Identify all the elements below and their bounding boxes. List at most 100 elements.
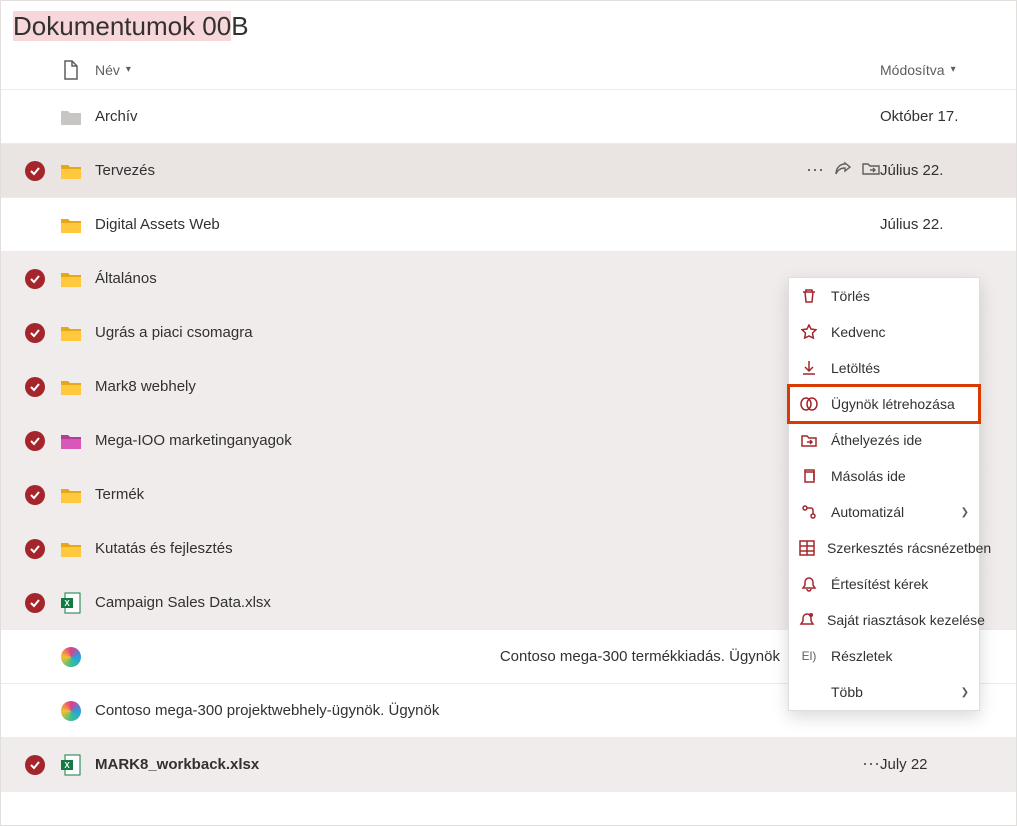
- row-select[interactable]: [17, 377, 53, 397]
- row-select[interactable]: [17, 269, 53, 289]
- row-modified: July 22: [880, 756, 1000, 773]
- row-type-icon: [53, 324, 89, 342]
- row-name[interactable]: Campaign Sales Data.xlsx: [89, 594, 780, 611]
- row-name-text: Ugrás a piaci csomagra: [95, 324, 253, 341]
- ctx--rtes-t-st-k-rek[interactable]: Értesítést kérek: [789, 566, 979, 602]
- col-type-header[interactable]: [53, 60, 89, 80]
- row-name[interactable]: MARK8_workback.xlsx: [89, 756, 780, 773]
- row-name-text: Tervezés: [95, 162, 155, 179]
- row-name[interactable]: Ugrás a piaci csomagra: [89, 324, 780, 341]
- col-mod-header[interactable]: Módosítva ▾: [880, 62, 1000, 78]
- share-icon[interactable]: [834, 160, 852, 182]
- row-modified: Július 22.: [880, 216, 1000, 233]
- row-name-text: Kutatás és fejlesztés: [95, 540, 233, 557]
- chevron-right-icon: ❯: [961, 507, 969, 518]
- ctx-label: Áthelyezés ide: [831, 432, 922, 448]
- row-name[interactable]: Contoso mega-300 termékkiadás. Ügynök: [89, 648, 780, 665]
- row-type-icon: [53, 270, 89, 288]
- more-actions-button[interactable]: ⋯: [862, 754, 880, 775]
- file-row[interactable]: Archív Október 17.: [1, 90, 1016, 144]
- ctx-label: Törlés: [831, 288, 870, 304]
- ctx-saj-t-riaszt-sok-kezel-se[interactable]: Saját riasztások kezelése: [789, 602, 979, 638]
- row-type-icon: [53, 108, 89, 126]
- ctx--thelyez-s-ide[interactable]: Áthelyezés ide: [789, 422, 979, 458]
- row-name[interactable]: Kutatás és fejlesztés: [89, 540, 780, 557]
- col-name-header[interactable]: Név ▾: [89, 62, 780, 78]
- ctx-szerkeszt-s-r-csn-zetben[interactable]: Szerkesztés rácsnézetben: [789, 530, 979, 566]
- chevron-down-icon: ▾: [126, 64, 131, 75]
- file-icon: [63, 60, 79, 80]
- row-select[interactable]: [17, 539, 53, 559]
- row-name[interactable]: Általános: [89, 270, 780, 287]
- row-name-text: Digital Assets Web: [95, 216, 220, 233]
- row-title-right: Contoso mega-300 termékkiadás. Ügynök: [500, 648, 780, 665]
- row-name-text: Mega-IOO marketinganyagok: [95, 432, 292, 449]
- folder-move-icon[interactable]: [862, 160, 880, 182]
- folder-go-icon: [799, 432, 819, 448]
- row-select[interactable]: [17, 485, 53, 505]
- row-type-icon: [53, 701, 89, 721]
- row-name[interactable]: Termék: [89, 486, 780, 503]
- row-select[interactable]: [17, 593, 53, 613]
- row-name[interactable]: Mark8 webhely: [89, 378, 780, 395]
- flow-icon: [799, 504, 819, 520]
- row-modified: Október 17.: [880, 108, 1000, 125]
- row-name[interactable]: Tervezés: [89, 162, 780, 179]
- row-name-text: Termék: [95, 486, 144, 503]
- ctx-r-szletek[interactable]: El)Részletek: [789, 638, 979, 674]
- row-name-text: Contoso mega-300 projektwebhely-ügynök. …: [95, 702, 439, 719]
- row-name[interactable]: Digital Assets Web: [89, 216, 780, 233]
- row-name[interactable]: Contoso mega-300 projektwebhely-ügynök. …: [89, 702, 780, 719]
- ctx-m-sol-s-ide[interactable]: Másolás ide: [789, 458, 979, 494]
- row-type-icon: [53, 486, 89, 504]
- page-title: Dokumentumok 00B: [1, 1, 1016, 50]
- ctx-let-lt-s[interactable]: Letöltés: [789, 350, 979, 386]
- row-type-icon: [53, 540, 89, 558]
- selected-check-icon: [25, 431, 45, 451]
- grid-icon: [799, 540, 815, 556]
- chevron-right-icon: ❯: [961, 687, 969, 698]
- row-name[interactable]: Mega-IOO marketinganyagok: [89, 432, 780, 449]
- selected-check-icon: [25, 593, 45, 613]
- row-type-icon: [53, 432, 89, 450]
- file-row[interactable]: Digital Assets Web Július 22.: [1, 198, 1016, 252]
- row-type-icon: X: [53, 592, 89, 614]
- row-select[interactable]: [17, 323, 53, 343]
- selected-check-icon: [25, 377, 45, 397]
- row-type-icon: [53, 647, 89, 667]
- selected-check-icon: [25, 269, 45, 289]
- ctx-t-rl-s[interactable]: Törlés: [789, 278, 979, 314]
- bell-icon: [799, 576, 819, 592]
- row-name[interactable]: Archív: [89, 108, 780, 125]
- row-select[interactable]: [17, 161, 53, 181]
- ctx-label: Saját riasztások kezelése: [827, 612, 985, 628]
- title-rest: B: [231, 11, 248, 41]
- row-select[interactable]: [17, 431, 53, 451]
- selected-check-icon: [25, 755, 45, 775]
- row-name-text: Általános: [95, 270, 157, 287]
- svg-text:X: X: [64, 599, 70, 608]
- ctx-t-bb[interactable]: Több ❯: [789, 674, 979, 710]
- ctx-label: Másolás ide: [831, 468, 906, 484]
- row-type-icon: [53, 378, 89, 396]
- context-menu[interactable]: Törlés Kedvenc Letöltés Ügynök létrehozása Á…: [788, 277, 980, 711]
- star-icon: [799, 324, 819, 340]
- trash-icon: [799, 288, 819, 304]
- ctx-label: Kedvenc: [831, 324, 885, 340]
- chevron-down-icon: ▾: [951, 64, 956, 75]
- file-row[interactable]: Tervezés⋯Július 22.: [1, 144, 1016, 198]
- ctx--gyn-k-l-trehoz-sa[interactable]: Ügynök létrehozása: [789, 386, 979, 422]
- download-icon: [799, 360, 819, 376]
- ctx-label: Értesítést kérek: [831, 576, 928, 592]
- selected-check-icon: [25, 485, 45, 505]
- more-actions-button[interactable]: ⋯: [806, 160, 824, 182]
- ctx-kedvenc[interactable]: Kedvenc: [789, 314, 979, 350]
- col-mod-label: Módosítva: [880, 62, 945, 78]
- selected-check-icon: [25, 323, 45, 343]
- ctx-automatiz-l[interactable]: Automatizál❯: [789, 494, 979, 530]
- ctx-label: Több: [831, 684, 863, 700]
- row-select[interactable]: [17, 755, 53, 775]
- ctx-label: Ügynök létrehozása: [831, 396, 955, 412]
- file-row[interactable]: XMARK8_workback.xlsx⋯July 22: [1, 738, 1016, 792]
- copilot-o-icon: [799, 396, 819, 412]
